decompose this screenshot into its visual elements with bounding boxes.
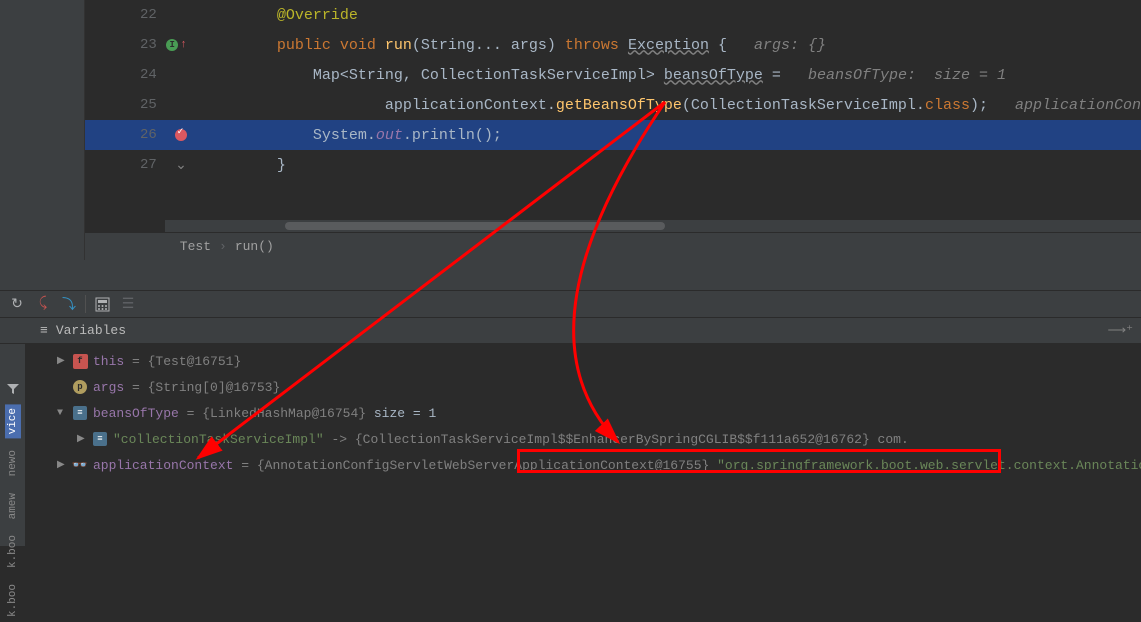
step-over-red-icon[interactable]: ⤹ xyxy=(30,291,56,317)
breadcrumb-class[interactable]: Test xyxy=(180,239,211,254)
variable-row[interactable]: ▶👓applicationContext = {AnnotationConfig… xyxy=(57,452,1141,478)
code-editor[interactable]: 22 @Override23I↑ public void run(String.… xyxy=(85,0,1141,260)
filter-icon[interactable] xyxy=(0,382,26,396)
variables-title: Variables xyxy=(56,323,126,338)
restart-icon[interactable]: ↻ xyxy=(4,291,30,317)
map-entry-icon: ≡ xyxy=(91,432,109,446)
code-line[interactable]: 26 System.out.println(); xyxy=(85,120,1141,150)
side-tab[interactable]: k.boo xyxy=(5,580,21,621)
line-content[interactable]: @Override xyxy=(165,7,358,24)
side-tab[interactable]: newo xyxy=(5,446,21,480)
line-number[interactable]: 25 xyxy=(85,97,165,113)
parameter-icon: p xyxy=(71,380,89,394)
breadcrumb-method[interactable]: run() xyxy=(235,239,274,254)
line-number[interactable]: 22 xyxy=(85,7,165,23)
layout-icon[interactable]: ☰ xyxy=(115,291,141,317)
breadcrumb[interactable]: Test › run() xyxy=(85,232,1141,260)
variable-row[interactable]: pargs = {String[0]@16753} xyxy=(57,374,1141,400)
project-sidebar xyxy=(0,0,85,260)
expand-right-icon[interactable]: ▶ xyxy=(57,459,71,471)
variable-row[interactable]: ▶≡"collectionTaskServiceImpl" -> {Collec… xyxy=(57,426,1141,452)
debug-toolbar: ↻ ⤹ ⤵ ☰ xyxy=(0,290,1141,318)
variable-row[interactable]: ▶fthis = {Test@16751} xyxy=(57,348,1141,374)
map-entry-icon: ≡ xyxy=(71,406,89,420)
line-content[interactable]: applicationContext.getBeansOfType(Collec… xyxy=(165,97,1141,114)
line-content[interactable]: public void run(String... args) throws E… xyxy=(165,37,826,54)
variables-panel-header: ≡ Variables ⟶⁺ xyxy=(0,318,1141,344)
list-icon: ≡ xyxy=(40,323,48,338)
side-tab[interactable]: k.boo xyxy=(5,531,21,572)
line-number[interactable]: 23I↑ xyxy=(85,37,165,53)
side-tab[interactable]: amew xyxy=(5,489,21,523)
expand-right-icon[interactable]: ▶ xyxy=(77,433,91,445)
editor-horizontal-scrollbar[interactable] xyxy=(165,220,1141,232)
variable-row[interactable]: ▼≡beansOfType = {LinkedHashMap@16754} si… xyxy=(57,400,1141,426)
watch-icon: 👓 xyxy=(71,458,89,473)
fold-icon[interactable]: ⌄ xyxy=(175,157,187,174)
panel-settings-icon[interactable]: ⟶⁺ xyxy=(1108,323,1134,338)
variables-tree[interactable]: ▶fthis = {Test@16751}pargs = {String[0]@… xyxy=(27,344,1141,524)
override-up-icon[interactable]: ↑ xyxy=(180,39,187,51)
line-content[interactable]: System.out.println(); xyxy=(165,127,502,144)
line-number[interactable]: 27⌄ xyxy=(85,157,165,173)
field-icon: f xyxy=(71,354,89,369)
side-tab[interactable]: vice xyxy=(5,404,21,438)
chevron-right-icon: › xyxy=(219,239,227,254)
code-line[interactable]: 22 @Override xyxy=(85,0,1141,30)
line-number[interactable]: 26 xyxy=(85,127,165,143)
line-number[interactable]: 24 xyxy=(85,67,165,83)
step-into-blue-icon[interactable]: ⤵ xyxy=(56,291,82,317)
code-line[interactable]: 24 Map<String, CollectionTaskServiceImpl… xyxy=(85,60,1141,90)
line-content[interactable]: Map<String, CollectionTaskServiceImpl> b… xyxy=(165,67,1006,84)
code-line[interactable]: 27⌄ } xyxy=(85,150,1141,180)
code-line[interactable]: 25 applicationContext.getBeansOfType(Col… xyxy=(85,90,1141,120)
expand-right-icon[interactable]: ▶ xyxy=(57,355,71,367)
scrollbar-thumb[interactable] xyxy=(285,222,665,230)
breakpoint-icon[interactable] xyxy=(175,129,187,141)
expand-down-icon[interactable]: ▼ xyxy=(57,408,71,419)
calculator-icon[interactable] xyxy=(89,291,115,317)
debug-side-tabs: vice newo amew k.boo k.boo xyxy=(0,344,26,546)
code-line[interactable]: 23I↑ public void run(String... args) thr… xyxy=(85,30,1141,60)
implements-icon[interactable]: I xyxy=(166,39,178,51)
